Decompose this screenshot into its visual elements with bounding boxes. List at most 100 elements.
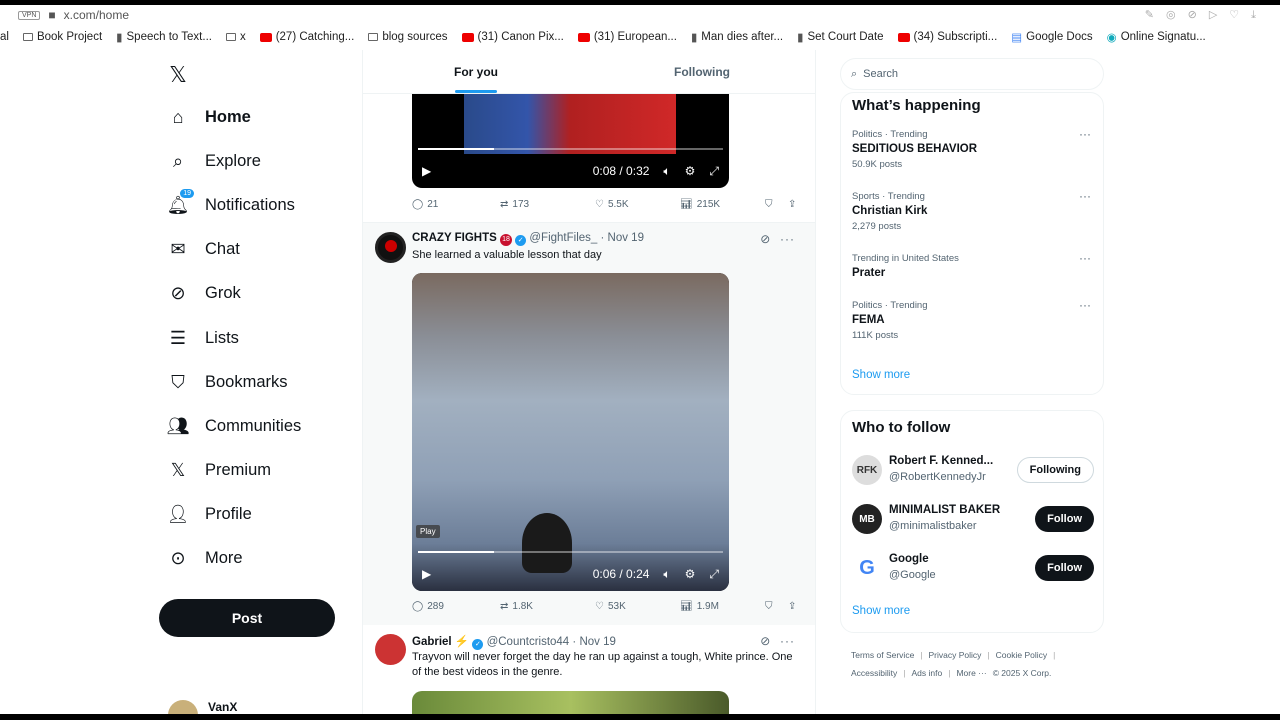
bookmark-icon: ⛉: [171, 371, 185, 392]
x-logo[interactable]: 𝕏: [160, 55, 350, 95]
volume-icon[interactable]: 🔈︎: [663, 164, 670, 179]
play-icon[interactable]: ▶: [422, 164, 431, 178]
tweet[interactable]: Gabriel ⚡ ✓ @Countcristo44 · Nov 19 Tray…: [363, 626, 815, 714]
sidebar-item-grok[interactable]: ⊘ Grok: [160, 272, 350, 316]
fullscreen-icon[interactable]: ⤢: [709, 567, 719, 582]
bookmark-item[interactable]: ▤ Google Docs: [1011, 30, 1092, 44]
video-progress[interactable]: [418, 551, 723, 553]
follow-suggestion[interactable]: G Google @Google Follow: [852, 551, 1094, 587]
bookmark-icon[interactable]: ⛉: [765, 199, 788, 210]
video-player[interactable]: ▶ 0:08 / 0:32 🔈︎ ⚙ ⤢: [412, 94, 729, 188]
tab-for-you[interactable]: For you: [363, 50, 589, 93]
author-name[interactable]: Gabriel: [412, 636, 452, 648]
footer-separator: |: [1053, 650, 1056, 660]
footer-link[interactable]: More ···: [956, 668, 986, 678]
sidebar-item-lists[interactable]: ☰ Lists: [160, 316, 350, 360]
sidebar-item-explore[interactable]: ⌕ Explore: [160, 139, 350, 183]
video-thumbnail[interactable]: [412, 691, 729, 714]
author-name[interactable]: CRAZY FIGHTS: [412, 232, 497, 244]
bookmark-item[interactable]: (31) European...: [577, 31, 677, 43]
follow-button[interactable]: Follow: [1035, 506, 1094, 532]
video-player[interactable]: Play ▶ 0:06 / 0:24 🔈︎ ⚙ ⤢: [412, 273, 729, 591]
footer-link[interactable]: Accessibility: [851, 668, 897, 678]
trend-title: Prater: [852, 267, 886, 279]
more-icon[interactable]: ⊘ ···: [760, 232, 795, 246]
tab-following[interactable]: Following: [589, 50, 815, 93]
sidebar-item-bookmarks[interactable]: ⛉ Bookmarks: [160, 360, 350, 404]
reply-button[interactable]: ◯ 21: [412, 199, 500, 210]
bookmark-item[interactable]: blog sources: [368, 31, 448, 43]
avatar[interactable]: [375, 232, 406, 263]
youtube-icon: [897, 32, 910, 42]
footer-link[interactable]: Privacy Policy: [929, 650, 982, 660]
more-icon[interactable]: ···: [1079, 127, 1091, 142]
volume-icon[interactable]: 🔈︎: [663, 567, 670, 582]
share-icon[interactable]: ⇪: [788, 199, 796, 210]
trend-item[interactable]: Trending in United States Prater ···: [852, 251, 1097, 281]
show-more-link[interactable]: Show more: [852, 369, 910, 381]
bookmark-item[interactable]: x: [225, 31, 246, 43]
fullscreen-icon[interactable]: ⤢: [709, 164, 719, 179]
sidebar-item-profile[interactable]: 👤︎ Profile: [160, 493, 350, 537]
settings-icon[interactable]: ⚙: [685, 164, 696, 178]
tweet-date[interactable]: · Nov 19: [601, 232, 644, 244]
follow-button[interactable]: Follow: [1035, 555, 1094, 581]
trend-item[interactable]: Politics · Trending SEDITIOUS BEHAVIOR 50.…: [852, 127, 1097, 172]
search-input[interactable]: ⌕ Search: [840, 58, 1104, 90]
bookmark-item[interactable]: (27) Catching...: [259, 31, 354, 43]
sidebar-item-notifications[interactable]: 🔔︎ 19 Notifications: [160, 183, 350, 227]
browser-toolbar-icons[interactable]: ✎◎⊘▷♡⤓: [1145, 8, 1268, 22]
views-button[interactable]: 📊︎ 1.9M: [680, 601, 765, 612]
url-text[interactable]: x.com/home: [64, 8, 129, 22]
views-button[interactable]: 📊︎ 215K: [680, 199, 765, 210]
bookmark-item[interactable]: ◉ Online Signatu...: [1107, 30, 1206, 44]
lock-icon: ■: [48, 8, 56, 22]
settings-icon[interactable]: ⚙: [685, 567, 696, 581]
bookmark-label: Set Court Date: [807, 31, 884, 43]
bookmark-item[interactable]: (34) Subscripti...: [897, 31, 997, 43]
sidebar-item-chat[interactable]: ✉ Chat: [160, 228, 350, 272]
more-icon[interactable]: ···: [1079, 251, 1091, 266]
trend-item[interactable]: Sports · Trending Christian Kirk 2,279 pos…: [852, 189, 1097, 234]
more-icon[interactable]: ···: [1079, 298, 1091, 313]
follow-suggestion[interactable]: MB MINIMALIST BAKER @minimalistbaker Follow: [852, 502, 1094, 538]
author-handle[interactable]: @Countcristo44: [487, 636, 570, 648]
footer-link[interactable]: Cookie Policy: [996, 650, 1048, 660]
reply-button[interactable]: ◯ 289: [412, 601, 500, 612]
share-icon[interactable]: ⇪: [788, 601, 796, 612]
address-bar[interactable]: VPN ■ x.com/home ✎◎⊘▷♡⤓: [0, 5, 1280, 25]
grok-icon: ⊘: [170, 283, 186, 304]
repost-button[interactable]: ⇄ 1.8K: [500, 601, 595, 612]
like-button[interactable]: ♡ 5.5K: [595, 199, 680, 210]
sidebar-item-more[interactable]: ⊙ More: [160, 537, 350, 581]
vpn-badge[interactable]: VPN: [18, 10, 41, 20]
show-more-link[interactable]: Show more: [852, 605, 910, 617]
follow-suggestion[interactable]: RFK Robert F. Kenned... @RobertKennedyJr Fo…: [852, 453, 1094, 489]
following-button[interactable]: Following: [1016, 457, 1094, 483]
bookmark-item[interactable]: ▮ Man dies after...: [691, 30, 783, 44]
author-handle[interactable]: @FightFiles_: [529, 232, 597, 244]
bookmark-item[interactable]: ▮ Set Court Date: [797, 30, 883, 44]
play-icon[interactable]: ▶: [422, 567, 431, 581]
bookmark-item[interactable]: Book Project: [22, 31, 102, 43]
footer-link[interactable]: Terms of Service: [851, 650, 914, 660]
like-button[interactable]: ♡ 53K: [595, 601, 680, 612]
more-icon[interactable]: ···: [1079, 189, 1091, 204]
footer-link[interactable]: Ads info: [912, 668, 943, 678]
bookmark-item[interactable]: al: [0, 31, 9, 43]
sidebar-item-premium[interactable]: 𝕏 Premium: [160, 449, 350, 493]
bookmark-item[interactable]: (31) Canon Pix...: [461, 31, 564, 43]
more-icon[interactable]: ⊘ ···: [760, 634, 795, 648]
sidebar-item-communities[interactable]: 👥︎ Communities: [160, 404, 350, 448]
post-button[interactable]: Post: [159, 599, 335, 637]
bookmark-icon[interactable]: ⛉: [765, 601, 788, 612]
bookmark-item[interactable]: ▮ Speech to Text...: [116, 30, 212, 44]
footer-link[interactable]: © 2025 X Corp.: [993, 668, 1052, 678]
repost-button[interactable]: ⇄ 173: [500, 199, 595, 210]
tweet-date[interactable]: · Nov 19: [572, 636, 615, 648]
tweet[interactable]: CRAZY FIGHTS 18 ✓ @FightFiles_ · Nov 19 …: [363, 223, 815, 625]
sidebar-item-home[interactable]: ⌂ Home: [160, 95, 350, 139]
trend-item[interactable]: Politics · Trending FEMA 111K posts ···: [852, 298, 1097, 343]
avatar[interactable]: [375, 634, 406, 665]
video-progress[interactable]: [418, 148, 723, 150]
